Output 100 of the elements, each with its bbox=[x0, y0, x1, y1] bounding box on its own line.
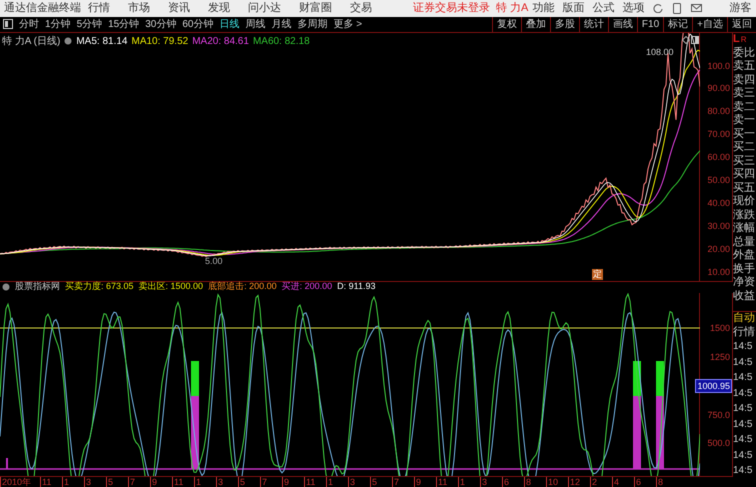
date-axis-label: 5 bbox=[106, 476, 128, 487]
quote-label: 卖五 bbox=[733, 60, 756, 74]
date-axis-label: 6 bbox=[634, 476, 656, 487]
price-axis-label: 40.00 bbox=[707, 196, 730, 209]
price-axis-label: 70.00 bbox=[707, 128, 730, 140]
menu-item[interactable]: 资讯 bbox=[161, 0, 197, 16]
date-axis-label: 10 bbox=[546, 476, 568, 487]
stock-name: 特 力A bbox=[496, 1, 528, 16]
menu-item[interactable]: 发现 bbox=[201, 0, 237, 16]
date-axis-label: 1 bbox=[458, 476, 480, 487]
date-axis-label: 9 bbox=[150, 476, 172, 487]
trade-time: 14:5 bbox=[733, 386, 754, 400]
toolbar-button[interactable]: 多股 bbox=[550, 16, 579, 32]
quote-label: 买三 bbox=[733, 154, 756, 168]
menu-item[interactable]: 行情 bbox=[81, 0, 117, 16]
high-price-label: 108.00 bbox=[646, 46, 674, 58]
menu-item[interactable]: 版面 bbox=[558, 0, 588, 16]
date-axis-label: 9 bbox=[414, 476, 436, 487]
period-tab[interactable]: 30分钟 bbox=[142, 16, 180, 32]
trade-time: 14:5 bbox=[733, 371, 754, 385]
menu-item[interactable]: 市场 bbox=[121, 0, 157, 16]
menu-item[interactable]: 问小达 bbox=[241, 0, 288, 16]
user-label[interactable]: 游客 bbox=[729, 0, 752, 16]
phone-icon[interactable] bbox=[673, 2, 682, 14]
toolbar-button[interactable]: F10 bbox=[636, 16, 664, 32]
period-tab[interactable]: 分时 bbox=[16, 16, 42, 32]
panel-icon[interactable] bbox=[691, 36, 699, 44]
quote-label: 卖一 bbox=[733, 114, 756, 128]
date-axis-label: 3 bbox=[480, 476, 502, 487]
trade-time: 14:5 bbox=[733, 464, 754, 478]
trade-time: 14:5 bbox=[733, 356, 754, 370]
refresh-icon[interactable] bbox=[653, 3, 664, 14]
date-axis-label: 3 bbox=[348, 476, 370, 487]
period-tab[interactable]: 1分钟 bbox=[42, 16, 74, 32]
indicator-value: 买卖力度: 673.05 bbox=[65, 280, 134, 294]
date-axis-label: 1 bbox=[326, 476, 348, 487]
quote-label: 卖二 bbox=[733, 100, 756, 114]
moving-average-value: MA60: 82.18 bbox=[252, 34, 310, 48]
menu-item[interactable]: 交易 bbox=[343, 0, 379, 16]
quote-label: 现价 bbox=[733, 195, 756, 208]
price-axis-label: 90.00 bbox=[707, 82, 730, 94]
panel-toggle-icon[interactable] bbox=[3, 19, 13, 29]
date-axis-label: 12 bbox=[568, 476, 590, 487]
toolbar-button[interactable]: 叠加 bbox=[520, 16, 550, 32]
indicator-axis-label: 500.0 bbox=[707, 436, 730, 448]
period-tab[interactable]: 15分钟 bbox=[105, 16, 142, 32]
date-axis-label: 8 bbox=[656, 476, 678, 487]
quote-label: 买二 bbox=[733, 141, 756, 154]
login-notice[interactable]: 证券交易未登录 bbox=[413, 0, 490, 16]
indicator-value: D: 911.93 bbox=[337, 280, 376, 294]
low-price-label: 5.00 bbox=[205, 254, 223, 268]
period-tab[interactable]: 60分钟 bbox=[179, 16, 216, 32]
period-tab[interactable]: 更多 > bbox=[330, 16, 366, 32]
period-tab[interactable]: 周线 bbox=[242, 16, 268, 32]
menu-item[interactable]: 公式 bbox=[588, 0, 618, 16]
indicator-value: 底部追击: 200.00 bbox=[208, 280, 277, 294]
quote-label: 净资 bbox=[733, 276, 756, 290]
toolbar-button[interactable]: 复权 bbox=[492, 16, 521, 32]
price-axis-label: 100.0 bbox=[707, 60, 730, 72]
trade-time: 14:5 bbox=[733, 402, 754, 416]
quote-label: 涨幅 bbox=[733, 222, 756, 236]
quote-label: 总量 bbox=[733, 236, 756, 249]
date-axis-label: 1 bbox=[62, 476, 84, 487]
date-axis-label: 2010年 bbox=[0, 476, 40, 487]
menu-item[interactable]: 功能 bbox=[528, 0, 558, 16]
toolbar-button[interactable]: 标记 bbox=[663, 16, 692, 32]
price-axis-label: 10.00 bbox=[707, 266, 730, 278]
period-tab[interactable]: 5分钟 bbox=[74, 16, 106, 32]
date-axis-label: 11 bbox=[436, 476, 458, 487]
toolbar-button[interactable]: 画线 bbox=[608, 16, 637, 32]
quote-label: 买一 bbox=[733, 128, 756, 141]
toolbar-button[interactable]: 返回 bbox=[727, 16, 756, 32]
auto-label[interactable]: 自动 bbox=[733, 311, 756, 326]
period-tab[interactable]: 月线 bbox=[268, 16, 294, 32]
moving-average-value: MA20: 84.61 bbox=[192, 34, 249, 48]
period-tab[interactable]: 日线 bbox=[216, 16, 242, 32]
price-axis-label: 30.00 bbox=[707, 220, 730, 232]
date-axis-label: 4 bbox=[612, 476, 634, 487]
date-axis-label: 9 bbox=[282, 476, 304, 487]
period-tab[interactable]: 多周期 bbox=[294, 16, 330, 32]
diamond-icon[interactable] bbox=[682, 36, 690, 44]
date-axis-label: 3 bbox=[84, 476, 106, 487]
date-axis-label: 2 bbox=[590, 476, 612, 487]
moving-average-value: MA5: 81.14 bbox=[76, 34, 128, 48]
menu-item[interactable]: 财富圈 bbox=[292, 0, 339, 16]
quote-label: 卖三 bbox=[733, 87, 756, 100]
menu-item[interactable]: 选项 bbox=[618, 0, 648, 16]
moving-average-value: MA10: 79.52 bbox=[132, 34, 188, 48]
chart-title: 特 力A (日线) bbox=[2, 34, 60, 48]
panel-header-left[interactable]: L bbox=[733, 33, 740, 46]
indicator-axis-label: 750.0 bbox=[707, 408, 730, 420]
quote-label: 委比 bbox=[733, 46, 756, 60]
mail-icon[interactable] bbox=[691, 4, 702, 12]
toolbar-button[interactable]: +自选 bbox=[692, 16, 727, 32]
quote-label: 涨跌 bbox=[733, 208, 756, 222]
quote-tab[interactable]: 行情 bbox=[733, 326, 756, 339]
panel-header-right[interactable]: R bbox=[740, 33, 747, 46]
toolbar-button[interactable]: 统计 bbox=[578, 16, 608, 32]
date-axis-label: 7 bbox=[128, 476, 150, 487]
date-axis-label: 3 bbox=[216, 476, 238, 487]
